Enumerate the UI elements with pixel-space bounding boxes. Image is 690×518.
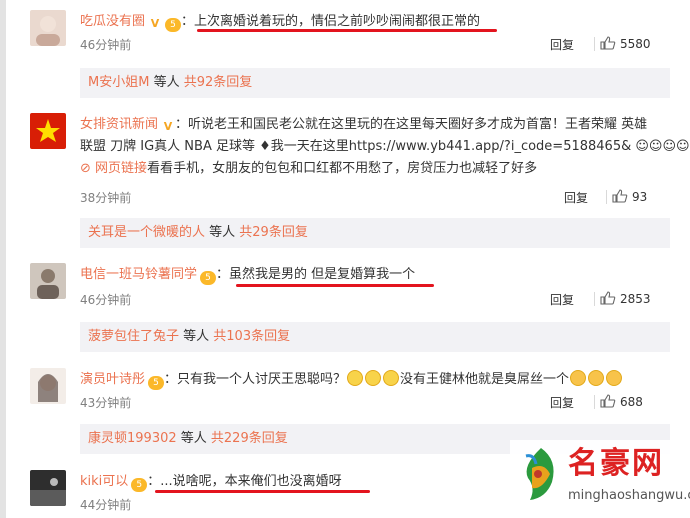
highlight-underline	[236, 284, 434, 287]
site-title: 名豪网	[568, 446, 664, 481]
like-button[interactable]: 688	[600, 394, 643, 409]
divider	[594, 37, 595, 51]
avatar[interactable]	[30, 10, 66, 46]
laugh-cry-emoji-icon	[588, 370, 605, 386]
comment-text-cont: 没有王健林他就是臭屌丝一个	[400, 372, 570, 387]
comment-text-line3: 看看手机，女朋友的包包和口红都不用愁了，房贷压力也减轻了好多	[147, 161, 538, 176]
reply-summary[interactable]: 菠萝包住了兔子 等人 共103条回复	[80, 322, 670, 352]
site-watermark: 名豪网 minghaoshangwu.com	[510, 440, 690, 518]
comment-time: 46分钟前	[80, 38, 132, 52]
verified-v-icon: V	[150, 17, 160, 30]
web-link[interactable]: 网页链接	[95, 161, 147, 176]
username[interactable]: 吃瓜没有圈	[80, 14, 145, 29]
vip-level-badge: 5	[148, 376, 165, 390]
reply-count[interactable]: 共229条回复	[211, 431, 288, 446]
comment-text: ：听说老王和国民老公就在这里玩的在这里每天圈好多才成为首富！王者荣耀 英雄	[175, 117, 648, 132]
site-logo-icon	[518, 444, 564, 504]
like-button[interactable]: 2853	[600, 291, 651, 306]
like-count: 5580	[620, 37, 651, 51]
reply-author[interactable]: 康灵顿199302	[88, 431, 177, 446]
reply-summary-text: 等人	[205, 225, 240, 240]
highlight-underline	[197, 29, 497, 32]
smile-emoji-icon	[383, 370, 400, 386]
thumbs-up-icon	[600, 291, 616, 305]
link-icon: ⊘	[80, 161, 91, 176]
avatar[interactable]	[30, 368, 66, 404]
reply-author[interactable]: M安小姐M	[88, 75, 149, 90]
username[interactable]: 演员叶诗彤	[80, 372, 145, 387]
comment-text-line2: 联盟 刀牌 IG真人 NBA 足球等 ♦我一天在这里https://www.yb…	[80, 139, 690, 154]
reply-author[interactable]: 菠萝包住了兔子	[88, 329, 179, 344]
like-count: 2853	[620, 292, 651, 306]
comment-time: 38分钟前	[80, 191, 132, 205]
smile-emoji-icon	[347, 370, 364, 386]
avatar[interactable]	[30, 470, 66, 506]
thumbs-up-icon	[600, 394, 616, 408]
laugh-cry-emoji-icon	[606, 370, 623, 386]
reply-summary-text: 等人	[176, 431, 211, 446]
comment-time: 43分钟前	[80, 396, 132, 410]
divider	[594, 292, 595, 306]
reply-summary-text: 等人	[149, 75, 184, 90]
highlight-underline	[155, 490, 370, 493]
avatar[interactable]	[30, 113, 66, 149]
comment-text: ：虽然我是男的 但是复婚算我一个	[216, 267, 416, 282]
thumbs-up-icon	[600, 36, 616, 50]
reply-author[interactable]: 关耳是一个微暖的人	[88, 225, 205, 240]
comment-text: ：上次离婚说着玩的，情侣之前吵吵闹闹都很正常的	[181, 14, 481, 29]
comment-item: 电信一班马铃薯同学 5 ：虽然我是男的 但是复婚算我一个 46分钟前 回复 2853	[30, 263, 660, 313]
comment-item: 女排资讯新闻 V ：听说老王和国民老公就在这里玩的在这里每天圈好多才成为首富！王者荣…	[30, 113, 690, 208]
thumbs-up-icon	[612, 189, 628, 203]
avatar[interactable]	[30, 263, 66, 299]
like-count: 93	[632, 190, 648, 204]
comment-text: ：只有我一个人讨厌王思聪吗？	[164, 372, 347, 387]
username[interactable]: 女排资讯新闻	[80, 117, 158, 132]
divider	[606, 190, 607, 204]
laugh-cry-emoji-icon	[570, 370, 587, 386]
vip-level-badge: 5	[200, 271, 217, 285]
comment-time: 44分钟前	[80, 498, 132, 512]
smile-emoji-icon	[365, 370, 382, 386]
comment-item: 吃瓜没有圈 V 5 ：上次离婚说着玩的，情侣之前吵吵闹闹都很正常的 46分钟前 回复 …	[30, 10, 660, 60]
username[interactable]: kiki可以	[80, 474, 128, 489]
like-button[interactable]: 93	[612, 189, 647, 204]
like-count: 688	[620, 395, 643, 409]
like-button[interactable]: 5580	[600, 36, 651, 51]
reply-button[interactable]: 回复	[550, 394, 574, 411]
reply-button[interactable]: 回复	[564, 189, 588, 206]
reply-summary[interactable]: M安小姐M 等人 共92条回复	[80, 68, 670, 98]
reply-count[interactable]: 共103条回复	[213, 329, 290, 344]
comment-text: ：...说啥呢，本来俺们也没离婚呀	[147, 474, 342, 489]
reply-count[interactable]: 共92条回复	[184, 75, 253, 90]
comment-time: 46分钟前	[80, 293, 132, 307]
reply-button[interactable]: 回复	[550, 291, 574, 308]
comment-item: 演员叶诗彤 5 ：只有我一个人讨厌王思聪吗？ 没有王健林他就是臭屌丝一个 43分钟前 …	[30, 368, 660, 418]
reply-summary-text: 等人	[179, 329, 214, 344]
divider	[594, 395, 595, 409]
site-url: minghaoshangwu.com	[568, 488, 690, 503]
reply-count[interactable]: 共29条回复	[239, 225, 308, 240]
vip-level-badge: 5	[165, 18, 182, 32]
verified-v-icon: V	[163, 120, 173, 133]
vip-level-badge: 5	[131, 478, 148, 492]
username[interactable]: 电信一班马铃薯同学	[80, 267, 197, 282]
reply-summary[interactable]: 关耳是一个微暖的人 等人 共29条回复	[80, 218, 670, 248]
reply-button[interactable]: 回复	[550, 36, 574, 53]
page-left-border	[0, 0, 6, 518]
